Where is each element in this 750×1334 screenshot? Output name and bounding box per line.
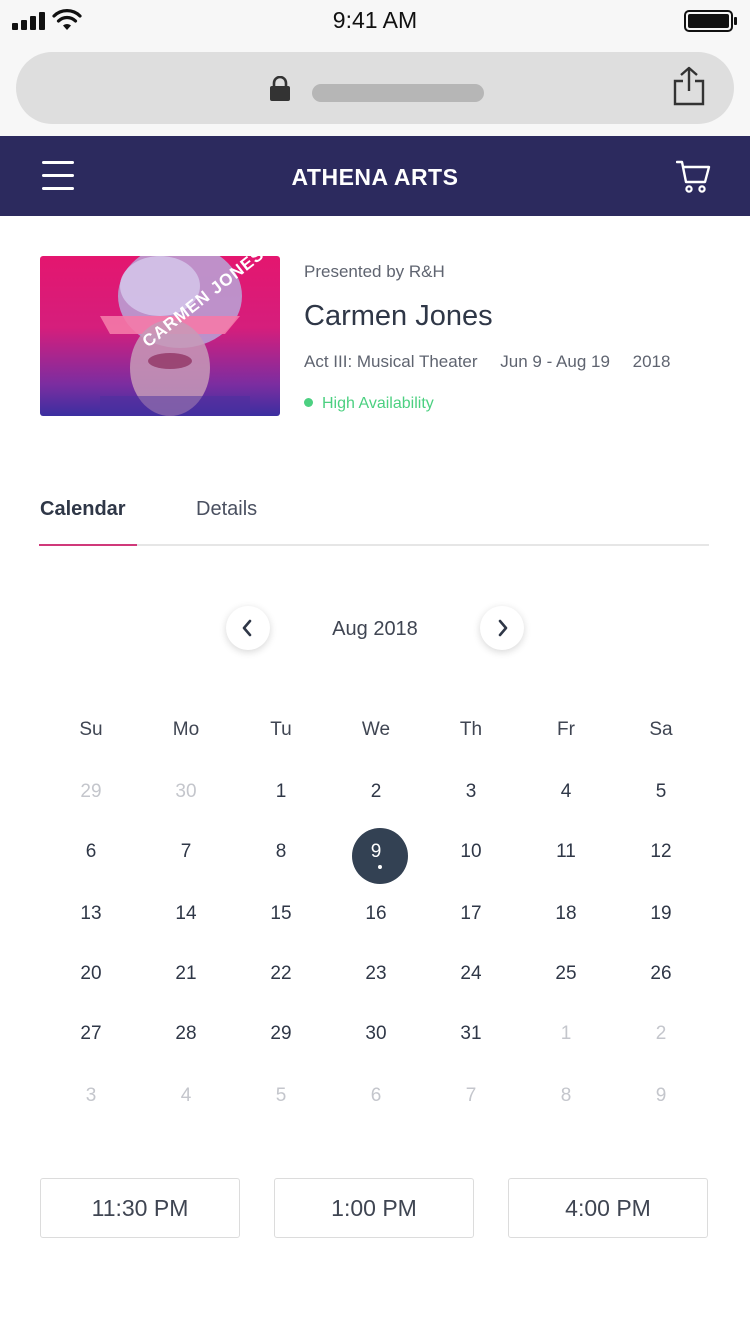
- calendar-weekday-header: Su Mo Tu We Th Fr Sa: [44, 710, 708, 750]
- browser-chrome: [0, 40, 750, 136]
- cart-icon[interactable]: [676, 158, 712, 194]
- poster-artwork: CARMEN JONES: [100, 256, 268, 416]
- calendar-day[interactable]: 9: [614, 1076, 708, 1116]
- lock-icon: [270, 76, 290, 101]
- weekday-label: Su: [79, 719, 103, 740]
- calendar-week: 3 4 5 6 7 8 9: [44, 1076, 708, 1116]
- tab-bar: Calendar Details: [39, 498, 709, 546]
- calendar-day[interactable]: 28: [139, 1014, 233, 1054]
- calendar-day[interactable]: 30: [139, 772, 233, 812]
- battery-icon: [684, 10, 737, 32]
- weekday-label: Fr: [557, 719, 575, 740]
- calendar-day[interactable]: 16: [329, 894, 423, 934]
- show-title: Carmen Jones: [304, 300, 493, 332]
- calendar-day[interactable]: 29: [44, 772, 138, 812]
- calendar-week: 6 7 8 9 10 11 12: [44, 832, 708, 872]
- show-meta: Act III: Musical Theater Jun 9 - Aug 19 …: [304, 352, 670, 372]
- next-month-button[interactable]: [480, 606, 524, 650]
- availability-dot-icon: [304, 398, 313, 407]
- calendar-day[interactable]: 2: [329, 772, 423, 812]
- calendar-day[interactable]: 26: [614, 954, 708, 994]
- weekday-label: We: [361, 719, 391, 740]
- url-placeholder: [312, 84, 484, 102]
- showtime-button[interactable]: 1:00 PM: [274, 1178, 474, 1238]
- calendar-day[interactable]: 21: [139, 954, 233, 994]
- address-bar[interactable]: [16, 52, 734, 124]
- calendar-day[interactable]: 1: [234, 772, 328, 812]
- availability-label: High Availability: [322, 395, 434, 412]
- calendar-week: 27 28 29 30 31 1 2: [44, 1014, 708, 1054]
- calendar-day[interactable]: 6: [329, 1076, 423, 1116]
- status-bar: 9:41 AM: [0, 0, 750, 40]
- showtime-button[interactable]: 11:30 PM: [40, 1178, 240, 1238]
- app-header: ATHENA ARTS: [0, 136, 750, 216]
- calendar-day[interactable]: 23: [329, 954, 423, 994]
- show-poster[interactable]: CARMEN JONES: [40, 256, 280, 416]
- calendar-day-selected[interactable]: 9: [329, 832, 423, 872]
- weekday-label: Sa: [649, 719, 673, 740]
- calendar-day[interactable]: 18: [519, 894, 613, 934]
- brand-title: ATHENA ARTS: [291, 164, 459, 190]
- calendar-day[interactable]: 13: [44, 894, 138, 934]
- calendar-day[interactable]: 10: [424, 832, 518, 872]
- calendar-day[interactable]: 4: [519, 772, 613, 812]
- calendar-day[interactable]: 3: [424, 772, 518, 812]
- calendar-day[interactable]: 30: [329, 1014, 423, 1054]
- weekday-label: Th: [459, 719, 483, 740]
- calendar-day[interactable]: 27: [44, 1014, 138, 1054]
- calendar-day[interactable]: 7: [424, 1076, 518, 1116]
- calendar-day[interactable]: 24: [424, 954, 518, 994]
- tab-details[interactable]: Details: [196, 498, 257, 521]
- calendar-day[interactable]: 12: [614, 832, 708, 872]
- month-label: Aug 2018: [332, 618, 418, 640]
- status-time: 9:41 AM: [332, 7, 418, 33]
- calendar-day[interactable]: 7: [139, 832, 233, 872]
- calendar-day[interactable]: 3: [44, 1076, 138, 1116]
- chevron-right-icon: [498, 619, 508, 637]
- active-tab-indicator: [39, 544, 137, 546]
- calendar-day[interactable]: 25: [519, 954, 613, 994]
- tab-calendar[interactable]: Calendar: [40, 498, 126, 521]
- showtime-button[interactable]: 4:00 PM: [508, 1178, 708, 1238]
- calendar-day[interactable]: 14: [139, 894, 233, 934]
- calendar-day[interactable]: 8: [519, 1076, 613, 1116]
- calendar-day[interactable]: 6: [44, 832, 138, 872]
- calendar-day[interactable]: 8: [234, 832, 328, 872]
- weekday-label: Tu: [270, 719, 292, 740]
- calendar-week: 20 21 22 23 24 25 26: [44, 954, 708, 994]
- show-dates: Jun 9 - Aug 19: [500, 352, 610, 371]
- calendar-day[interactable]: 5: [234, 1076, 328, 1116]
- calendar-week: 13 14 15 16 17 18 19: [44, 894, 708, 934]
- show-presenter: Presented by R&H: [304, 262, 445, 281]
- availability-status: High Availability: [304, 395, 434, 413]
- calendar-day[interactable]: 29: [234, 1014, 328, 1054]
- show-year: 2018: [632, 352, 671, 371]
- calendar-day[interactable]: 4: [139, 1076, 233, 1116]
- calendar-day[interactable]: 19: [614, 894, 708, 934]
- calendar-day[interactable]: 2: [614, 1014, 708, 1054]
- calendar-week: 29 30 1 2 3 4 5: [44, 772, 708, 812]
- calendar-day[interactable]: 5: [614, 772, 708, 812]
- calendar-day[interactable]: 11: [519, 832, 613, 872]
- share-icon[interactable]: [672, 66, 706, 106]
- calendar-day[interactable]: 17: [424, 894, 518, 934]
- calendar-day[interactable]: 20: [44, 954, 138, 994]
- calendar-day[interactable]: 15: [234, 894, 328, 934]
- calendar-day[interactable]: 1: [519, 1014, 613, 1054]
- show-category: Act III: Musical Theater: [304, 352, 478, 371]
- weekday-label: Mo: [172, 719, 200, 740]
- calendar-day[interactable]: 22: [234, 954, 328, 994]
- calendar-day[interactable]: 31: [424, 1014, 518, 1054]
